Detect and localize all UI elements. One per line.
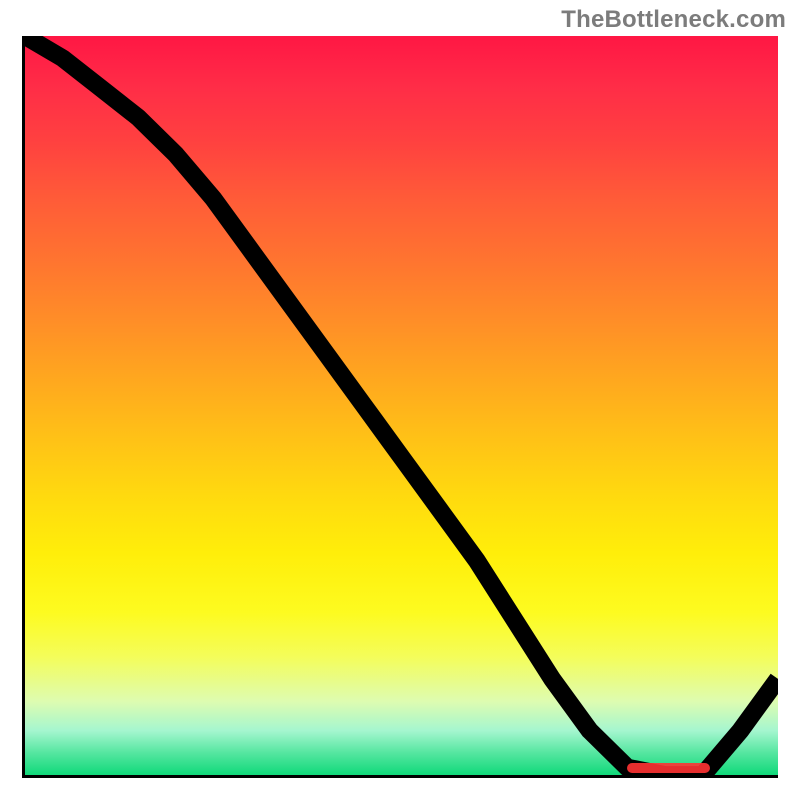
chart-line-path	[25, 36, 778, 775]
chart-highlight-band	[627, 763, 710, 773]
attribution-text: TheBottleneck.com	[561, 6, 786, 34]
chart-line	[25, 36, 778, 775]
chart-plot-area	[22, 36, 778, 778]
